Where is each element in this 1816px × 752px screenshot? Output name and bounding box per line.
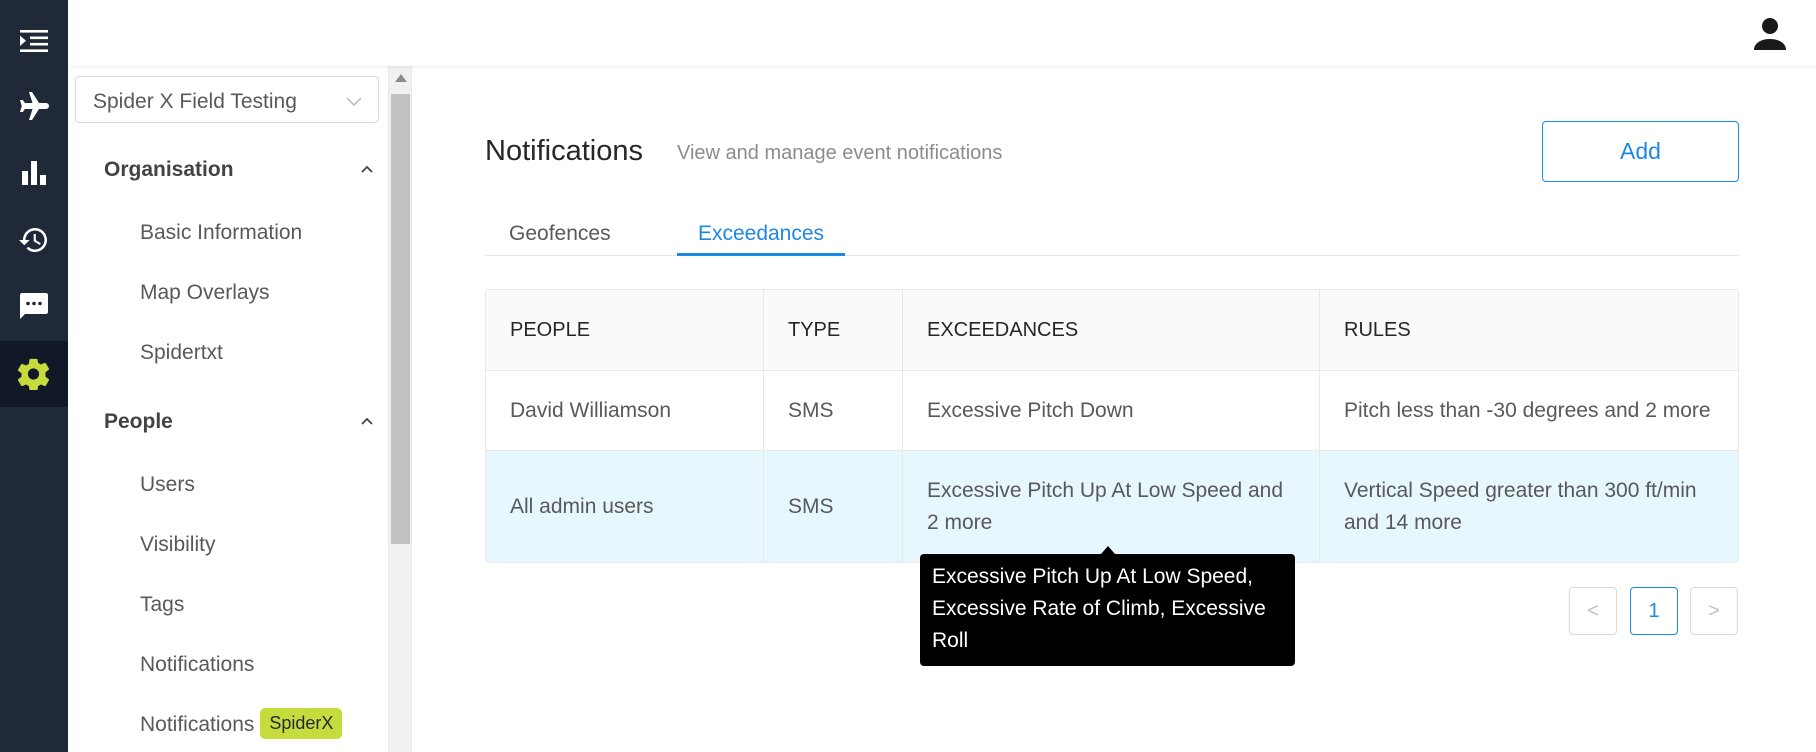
- column-header-people: PEOPLE: [486, 290, 764, 370]
- spiderx-badge: SpiderX: [260, 707, 343, 739]
- organisation-select-value: Spider X Field Testing: [93, 90, 297, 113]
- flights-nav-button[interactable]: [0, 73, 68, 139]
- menu-expand-button[interactable]: [0, 8, 68, 74]
- airplane-icon: [20, 92, 49, 120]
- tab-geofences[interactable]: Geofences: [509, 196, 629, 256]
- user-icon[interactable]: [1752, 16, 1788, 52]
- notifications-table: PEOPLE TYPE EXCEEDANCES RULES David Will…: [485, 289, 1739, 563]
- top-header: [68, 0, 1816, 66]
- history-icon: [19, 228, 47, 252]
- chevron-down-icon: [346, 97, 362, 107]
- column-header-type: TYPE: [764, 290, 903, 370]
- sidebar-item-tags[interactable]: Tags: [140, 588, 184, 622]
- sidebar-item-spidertxt[interactable]: Spidertxt: [140, 336, 223, 370]
- scroll-up-arrow-icon[interactable]: [395, 74, 407, 82]
- bar-chart-icon: [22, 161, 46, 185]
- group-organisation[interactable]: Organisation: [104, 150, 374, 190]
- add-button[interactable]: Add: [1542, 121, 1739, 182]
- pagination-prev-button[interactable]: <: [1569, 587, 1617, 635]
- message-icon: [20, 293, 48, 319]
- cell-rules: Pitch less than -30 degrees and 2 more: [1344, 398, 1711, 422]
- table-row[interactable]: David Williamson SMS Excessive Pitch Dow…: [486, 371, 1738, 451]
- scrollbar-thumb[interactable]: [391, 94, 410, 544]
- pagination-next-button[interactable]: >: [1690, 587, 1738, 635]
- sidebar-scrollbar[interactable]: [388, 66, 412, 752]
- main-content: Notifications View and manage event noti…: [412, 66, 1816, 752]
- sidebar-item-notifications[interactable]: Notifications: [140, 648, 254, 682]
- sidebar-item-basic-information[interactable]: Basic Information: [140, 216, 302, 250]
- cell-type: SMS: [764, 451, 903, 562]
- column-header-rules: RULES: [1344, 319, 1411, 341]
- table-header-row: PEOPLE TYPE EXCEEDANCES RULES: [486, 290, 1738, 371]
- reports-nav-button[interactable]: [0, 140, 68, 206]
- page-title: Notifications: [485, 135, 643, 167]
- icon-rail: [0, 0, 68, 752]
- organisation-select[interactable]: Spider X Field Testing: [75, 76, 379, 123]
- cell-people: All admin users: [486, 451, 764, 562]
- tooltip-text: Excessive Pitch Up At Low Speed, Excessi…: [932, 565, 1266, 652]
- group-people[interactable]: People: [104, 402, 374, 442]
- column-header-exceedances: EXCEEDANCES: [903, 290, 1320, 370]
- tooltip-arrow: [1101, 546, 1115, 554]
- cell-rules: Vertical Speed greater than 300 ft/min a…: [1344, 478, 1697, 534]
- tab-exceedances[interactable]: Exceedances: [677, 196, 845, 256]
- sidebar-item-label: Notifications: [140, 713, 255, 736]
- sidebar-item-notifications-spiderx[interactable]: Notifications SpiderX: [140, 707, 343, 742]
- chevron-up-icon: [361, 417, 373, 425]
- chevron-up-icon: [361, 165, 373, 173]
- sidebar-item-map-overlays[interactable]: Map Overlays: [140, 276, 270, 310]
- history-nav-button[interactable]: [0, 207, 68, 273]
- menu-expand-icon: [20, 30, 48, 52]
- sidebar-item-visibility[interactable]: Visibility: [140, 528, 215, 562]
- cell-type: SMS: [764, 371, 903, 450]
- settings-sidebar: Spider X Field Testing Organisation Basi…: [68, 66, 388, 752]
- cell-exceedances: Excessive Pitch Down: [903, 371, 1320, 450]
- group-organisation-title: Organisation: [104, 158, 234, 181]
- gear-icon: [18, 358, 50, 390]
- settings-nav-button[interactable]: [0, 341, 68, 407]
- group-people-title: People: [104, 410, 173, 433]
- exceedances-tooltip: Excessive Pitch Up At Low Speed, Excessi…: [920, 546, 1295, 666]
- pagination-page-1[interactable]: 1: [1630, 587, 1678, 635]
- cell-people: David Williamson: [486, 371, 764, 450]
- tab-bar: Geofences Exceedances: [485, 196, 1739, 256]
- page-subtitle: View and manage event notifications: [677, 142, 1003, 164]
- messages-nav-button[interactable]: [0, 273, 68, 339]
- sidebar-item-users[interactable]: Users: [140, 468, 195, 502]
